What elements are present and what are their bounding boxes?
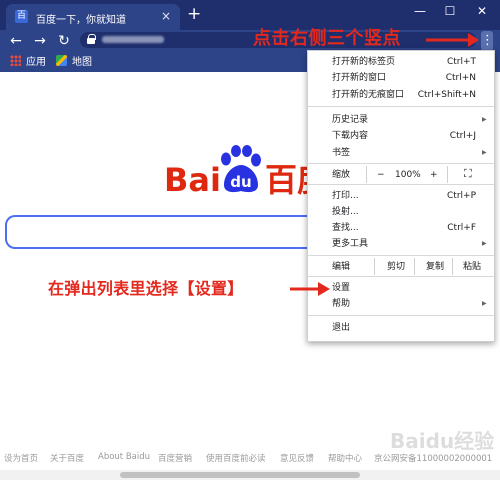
submenu-arrow-icon: ▶ xyxy=(482,300,487,307)
zoom-value: 100% xyxy=(395,170,421,180)
bookmark-label: 地图 xyxy=(72,57,92,68)
menu-item-help[interactable]: 帮助 xyxy=(332,298,350,310)
baidu-jingyan-watermark: Baidu经验 xyxy=(390,429,495,453)
shortcut-new-tab: Ctrl+T xyxy=(446,57,476,67)
reload-icon[interactable]: ↻ xyxy=(56,31,72,51)
submenu-arrow-icon: ▶ xyxy=(482,149,487,156)
apps-grid-icon xyxy=(10,55,21,66)
shortcut-new-window: Ctrl+N xyxy=(445,73,476,83)
cut-button[interactable]: 剪切 xyxy=(374,258,415,275)
tab-title: 百度一下，你就知道 xyxy=(36,15,126,26)
menu-item-settings[interactable]: 设置 xyxy=(332,282,350,294)
footer-link-help[interactable]: 帮助中心 xyxy=(328,452,362,464)
menu-item-print[interactable]: 打印... xyxy=(332,190,359,202)
new-tab-button[interactable]: + xyxy=(187,4,201,24)
tab-close-icon[interactable]: × xyxy=(161,9,171,23)
zoom-in-button[interactable]: + xyxy=(430,169,438,181)
menu-item-bookmarks[interactable]: 书签 xyxy=(332,147,350,159)
maximize-button[interactable]: ☐ xyxy=(440,4,460,18)
menu-item-downloads[interactable]: 下载内容 xyxy=(332,130,368,142)
submenu-arrow-icon: ▶ xyxy=(482,116,487,123)
baidu-favicon-icon: 百 xyxy=(15,10,28,23)
menu-item-exit[interactable]: 退出 xyxy=(332,322,350,334)
baidu-logo-du: du xyxy=(230,173,251,191)
maps-icon xyxy=(56,55,67,66)
forward-icon[interactable]: → xyxy=(32,31,48,51)
shortcut-print: Ctrl+P xyxy=(447,191,476,201)
footer-link-marketing[interactable]: 百度营销 xyxy=(158,452,192,464)
shortcut-incognito: Ctrl+Shift+N xyxy=(417,90,476,100)
annotation-arrow-to-settings-icon xyxy=(290,282,330,296)
fullscreen-icon: ⛶ xyxy=(464,167,472,180)
baidu-paw-logo-icon: du xyxy=(221,145,261,193)
annotation-arrow-right-icon xyxy=(426,33,479,47)
shortcut-find: Ctrl+F xyxy=(447,223,476,233)
footer-link-about[interactable]: 关于百度 xyxy=(50,452,84,464)
menu-separator xyxy=(308,255,494,256)
lock-icon-body xyxy=(87,38,95,44)
zoom-out-button[interactable]: − xyxy=(366,166,393,183)
scrollbar-thumb[interactable] xyxy=(120,472,360,478)
copy-button[interactable]: 复制 xyxy=(414,258,453,275)
menu-item-history[interactable]: 历史记录 xyxy=(332,114,368,126)
footer-link-terms[interactable]: 使用百度前必读 xyxy=(206,452,266,464)
submenu-arrow-icon: ▶ xyxy=(482,240,487,247)
annotation-choose-settings: 在弹出列表里选择【设置】 xyxy=(48,279,244,298)
menu-item-more-tools[interactable]: 更多工具 xyxy=(332,238,368,250)
menu-item-new-window[interactable]: 打开新的窗口 xyxy=(332,72,386,84)
menu-separator xyxy=(308,184,494,185)
footer-link-about-en[interactable]: About Baidu xyxy=(98,452,150,462)
bookmark-maps[interactable]: 地图 xyxy=(56,55,92,70)
menu-item-find[interactable]: 查找... xyxy=(332,222,359,234)
menu-separator xyxy=(308,163,494,164)
tab-baidu[interactable]: 百 百度一下，你就知道 × xyxy=(6,4,180,30)
footer-link-set-home[interactable]: 设为首页 xyxy=(4,452,38,464)
edit-label: 编辑 xyxy=(332,262,351,272)
menu-separator xyxy=(308,276,494,277)
annotation-click-kebab: 点击右侧三个竖点 xyxy=(253,28,401,49)
menu-separator xyxy=(308,106,494,107)
paste-button[interactable]: 粘贴 xyxy=(452,258,494,275)
fullscreen-button[interactable]: ⛶ xyxy=(447,166,494,183)
back-icon[interactable]: ← xyxy=(8,31,24,51)
copy-label: 复制 xyxy=(426,262,445,272)
cut-label: 剪切 xyxy=(387,262,406,272)
menu-item-cast[interactable]: 投射... xyxy=(332,206,359,218)
bookmark-apps[interactable]: 应用 xyxy=(10,55,46,70)
baidu-logo-bai: Bai xyxy=(164,161,221,199)
bookmark-label: 应用 xyxy=(26,57,46,68)
close-window-button[interactable]: ✕ xyxy=(472,4,492,18)
zoom-label: 缩放 xyxy=(332,170,351,180)
shortcut-downloads: Ctrl+J xyxy=(449,131,476,141)
menu-kebab-icon[interactable]: ⋮ xyxy=(481,31,494,51)
minimize-button[interactable]: — xyxy=(410,4,430,18)
menu-separator xyxy=(308,315,494,316)
zoom-minus-icon: − xyxy=(377,170,385,180)
search-input[interactable] xyxy=(5,215,319,249)
footer-link-feedback[interactable]: 意见反馈 xyxy=(280,452,314,464)
paste-label: 粘贴 xyxy=(463,262,482,272)
url-text-redacted xyxy=(102,36,164,43)
